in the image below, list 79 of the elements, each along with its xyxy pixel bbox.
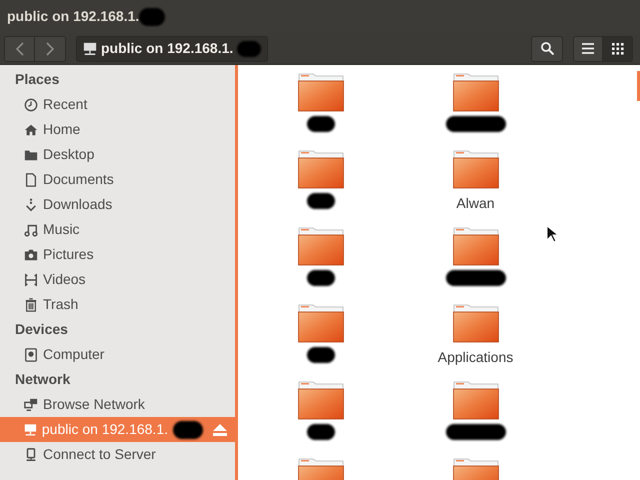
chevron-left-icon (16, 42, 24, 56)
sidebar-item-label: Pictures (43, 245, 94, 264)
sidebar-item-label: Recent (43, 95, 88, 114)
forward-button[interactable] (35, 36, 65, 60)
search-button[interactable] (531, 36, 563, 62)
folder-icon (452, 225, 498, 266)
grid-view-icon (612, 42, 624, 54)
sidebar-item-label: Documents (43, 170, 114, 189)
folder-icon (452, 379, 498, 420)
sidebar-item[interactable]: Pictures (0, 242, 235, 267)
back-button[interactable] (5, 36, 35, 60)
trash-icon (24, 298, 38, 312)
home-icon (24, 122, 38, 136)
sidebar-heading: Devices (14, 320, 69, 339)
redaction-mark (446, 270, 506, 286)
folder-icon (298, 225, 344, 266)
film-icon (24, 272, 38, 286)
sidebar-item[interactable]: Browse Network (0, 392, 235, 417)
redaction-mark (446, 116, 506, 132)
sidebar-item-label: public on 192.168.1. (42, 420, 168, 439)
folder-name: Applications (438, 348, 514, 367)
eject-icon[interactable] (213, 424, 227, 436)
camera-icon (24, 248, 38, 262)
view-toggle[interactable] (574, 36, 603, 60)
clock-icon (24, 98, 38, 112)
sidebar-item[interactable]: Home (0, 117, 235, 142)
sidebar-item[interactable]: Downloads (0, 192, 235, 217)
folder-name: Alwan (456, 194, 495, 213)
folder-icon (24, 148, 38, 162)
download-icon (24, 198, 38, 212)
redaction-mark (306, 116, 334, 132)
network-server-icon (83, 42, 97, 56)
sidebar-item-label: Connect to Server (43, 445, 156, 464)
location-button[interactable]: public on 192.168.1. (76, 36, 268, 62)
chevron-right-icon (46, 42, 54, 56)
sidebar-item-label: Music (43, 220, 80, 239)
sidebar-item[interactable]: Videos (0, 267, 235, 292)
redaction-mark (446, 424, 506, 440)
redaction-mark (306, 347, 334, 363)
sidebar-heading: Places (14, 70, 60, 89)
folder-icon (452, 71, 498, 112)
sidebar-item[interactable]: Desktop (0, 142, 235, 167)
search-icon (540, 42, 554, 55)
mouse-cursor-icon (546, 225, 558, 243)
network-computers-icon (24, 398, 38, 412)
view-toggle[interactable] (603, 36, 632, 60)
sidebar-item-label: Downloads (43, 195, 112, 214)
sidebar-item-label: Videos (43, 270, 86, 289)
sidebar-item-label: Desktop (43, 145, 94, 164)
folder-item[interactable]: Applications (398, 302, 553, 377)
sidebar-item-label: Browse Network (43, 395, 145, 414)
sidebar-item[interactable]: Documents (0, 167, 235, 192)
network-server-icon (24, 422, 37, 436)
sidebar-item[interactable]: Trash (0, 292, 235, 317)
sidebar-heading: Network (14, 370, 72, 389)
sidebar-item-label: Computer (43, 345, 104, 364)
folder-icon (452, 148, 498, 189)
sidebar-item-label: Trash (43, 295, 78, 314)
sidebar-item[interactable]: Connect to Server (0, 442, 235, 467)
list-view-icon (582, 43, 594, 54)
folder-icon (298, 71, 344, 112)
sidebar-item[interactable]: Recent (0, 92, 235, 117)
document-icon (24, 172, 38, 186)
music-note-icon (24, 222, 38, 236)
scrollbar-thumb[interactable] (637, 71, 640, 101)
folder-icon (298, 379, 344, 420)
folder-item[interactable]: Alwan (398, 148, 553, 223)
sidebar-item[interactable]: Computer (0, 342, 235, 367)
folder-icon (298, 302, 344, 343)
folder-icon (452, 302, 498, 343)
server-icon (24, 448, 38, 462)
hard-drive-icon (24, 348, 38, 362)
sidebar-item[interactable]: Music (0, 217, 235, 242)
redaction-mark (306, 270, 334, 286)
sidebar-item-label: Home (43, 120, 80, 139)
folder-icon (298, 148, 344, 189)
window-title: public on 192.168.1. (7, 7, 140, 26)
redaction-mark (306, 193, 334, 209)
redaction-mark (306, 424, 334, 440)
